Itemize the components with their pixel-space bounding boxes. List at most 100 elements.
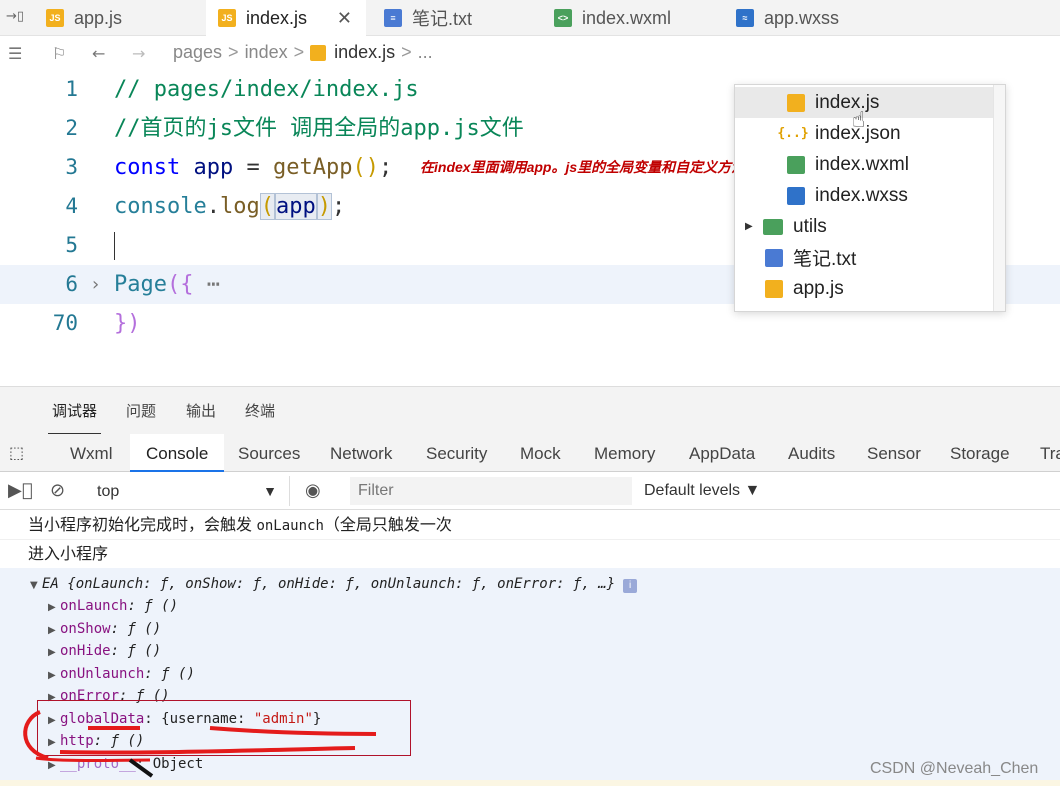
tab-app-js[interactable]: JS app.js xyxy=(46,0,206,36)
tab-label: index.js xyxy=(246,7,308,28)
tab-wxml[interactable]: Wxml xyxy=(70,434,112,472)
context-value: top xyxy=(97,483,120,500)
tab-audits[interactable]: Audits xyxy=(788,434,835,472)
property-key: onHide xyxy=(60,643,111,659)
info-icon[interactable]: i xyxy=(623,579,638,593)
close-icon[interactable]: ✕ xyxy=(337,8,352,29)
property-key: onLaunch xyxy=(60,598,128,614)
file-tree-item[interactable]: 笔记.txt xyxy=(735,242,995,273)
file-tree-label: utils xyxy=(793,215,827,237)
devtools-header: 调试器 问题 输出 终端 xyxy=(0,386,1060,435)
code-comment: // pages/index/index.js xyxy=(114,77,419,102)
tab-debugger[interactable]: 调试器 xyxy=(47,387,102,435)
code-comment: //首页的js文件 调用全局的app.js文件 xyxy=(114,116,524,141)
tab-appdata[interactable]: AppData xyxy=(689,434,755,472)
object-property[interactable]: ▶ onHide: ƒ () xyxy=(48,640,161,662)
breadcrumb-separator: > xyxy=(228,42,239,62)
tab-app-wxss[interactable]: ≈ app.wxss xyxy=(736,0,886,36)
tab-index-js[interactable]: JS index.js ✕ xyxy=(206,0,366,36)
sidebar-toggle-icon[interactable]: ▶⃞ xyxy=(8,480,33,501)
filter-input[interactable] xyxy=(350,477,632,505)
forward-arrow-icon[interactable]: → xyxy=(132,44,145,63)
bookmark-icon[interactable]: ⚐ xyxy=(52,44,66,63)
breadcrumb-item-more[interactable]: ... xyxy=(418,42,433,63)
line-number: 6 xyxy=(65,272,78,296)
tab-index-wxml[interactable]: <> index.wxml xyxy=(554,0,724,36)
context-selector[interactable]: top ▼ xyxy=(90,476,290,506)
code-identifier: app xyxy=(193,155,234,180)
expand-arrow-icon[interactable]: ▶ xyxy=(48,665,60,687)
tab-security[interactable]: Security xyxy=(426,434,487,472)
tab-output[interactable]: 输出 xyxy=(186,387,216,435)
object-property[interactable]: ▶ onLaunch: ƒ () xyxy=(48,595,178,617)
console-code: onLaunch xyxy=(256,518,324,534)
devtools-panel-tabs: ⬚ Wxml Console Sources Network Security … xyxy=(0,434,1060,472)
file-tree-label: 笔记.txt xyxy=(793,249,857,270)
wxss-file-icon xyxy=(787,186,805,205)
breadcrumb-item-pages[interactable]: pages xyxy=(173,42,222,63)
property-value: : ƒ () xyxy=(144,666,195,682)
object-property[interactable]: ▶ onShow: ƒ () xyxy=(48,618,161,640)
js-file-icon: JS xyxy=(46,9,64,27)
list-icon[interactable]: ☰ xyxy=(8,44,22,63)
watermark: CSDN @Neveah_Chen xyxy=(870,760,1039,777)
tab-memory[interactable]: Memory xyxy=(594,434,655,472)
js-file-icon xyxy=(787,93,805,112)
code-bracket: }) xyxy=(114,311,141,336)
file-tree-folder[interactable]: ▶ utils xyxy=(735,211,995,242)
file-tree-item[interactable]: app.js xyxy=(735,273,995,304)
scrollbar[interactable] xyxy=(993,85,1005,311)
code-identifier: console xyxy=(114,194,207,219)
breadcrumb-item-file[interactable]: index.js xyxy=(334,42,395,63)
text-cursor xyxy=(114,232,115,260)
expand-arrow-icon[interactable]: ▶ xyxy=(48,620,60,642)
tab-sources[interactable]: Sources xyxy=(238,434,300,472)
inspect-element-icon[interactable]: ⬚ xyxy=(9,443,31,465)
code-statement: Page({ ⋯ xyxy=(114,265,220,304)
line-number: 1 xyxy=(65,77,78,101)
tab-storage[interactable]: Storage xyxy=(950,434,1010,472)
file-tree-label: app.js xyxy=(793,277,844,299)
expand-arrow-icon[interactable]: ▶ xyxy=(745,221,753,232)
code-dot: . xyxy=(206,194,220,219)
file-tree-item[interactable]: index.wxss xyxy=(735,180,995,211)
tab-notes-txt[interactable]: ≡ 笔记.txt xyxy=(384,0,544,36)
json-file-icon: {..} xyxy=(777,124,809,143)
tab-sensor[interactable]: Sensor xyxy=(867,434,921,472)
breadcrumb-item-index[interactable]: index xyxy=(245,42,288,63)
eye-icon[interactable]: ◉ xyxy=(305,480,321,501)
tab-network[interactable]: Network xyxy=(330,434,392,472)
back-arrow-icon[interactable]: ← xyxy=(92,44,105,63)
code-function: getApp xyxy=(272,155,353,180)
code-keyword: const xyxy=(114,155,181,180)
js-file-icon xyxy=(310,44,327,61)
code-paren: () xyxy=(352,155,379,180)
tab-console[interactable]: Console xyxy=(130,434,225,472)
chevron-down-icon: ▼ xyxy=(263,483,277,499)
file-tree-label: index.wxss xyxy=(815,184,908,206)
code-semicolon: ; xyxy=(378,155,393,180)
breadcrumb-bar: ☰ ⚐ ← → pages > index > index.js > ... xyxy=(0,36,1060,70)
folded-ellipsis[interactable]: ⋯ xyxy=(207,272,220,297)
expand-arrow-icon[interactable]: ▶ xyxy=(48,597,60,619)
expand-arrow-icon[interactable]: ▶ xyxy=(48,642,60,664)
console-text: 进入小程序 xyxy=(28,546,109,563)
line-number: 4 xyxy=(65,194,78,218)
collapse-sidebar-icon[interactable]: →▯ xyxy=(6,9,26,27)
code-paren: ( xyxy=(259,193,275,220)
collapse-arrow-icon[interactable]: ▼ xyxy=(30,575,42,597)
tab-trace[interactable]: Tra xyxy=(1040,434,1060,472)
tab-label: app.js xyxy=(74,7,123,28)
line-number: 70 xyxy=(52,311,78,335)
file-tree-item[interactable]: index.wxml xyxy=(735,149,995,180)
console-bottom-strip xyxy=(0,780,1060,786)
fold-chevron-icon[interactable]: › xyxy=(90,265,101,304)
code-semicolon: ; xyxy=(331,194,346,219)
object-header[interactable]: ▼ EA {onLaunch: ƒ, onShow: ƒ, onHide: ƒ, … xyxy=(30,573,638,597)
tab-terminal[interactable]: 终端 xyxy=(245,387,275,435)
log-levels-dropdown[interactable]: Default levels ▼ xyxy=(644,482,760,500)
clear-console-icon[interactable]: ⊘ xyxy=(50,480,65,501)
tab-problems[interactable]: 问题 xyxy=(126,387,156,435)
object-property[interactable]: ▶ onUnlaunch: ƒ () xyxy=(48,663,195,685)
tab-mock[interactable]: Mock xyxy=(520,434,561,472)
